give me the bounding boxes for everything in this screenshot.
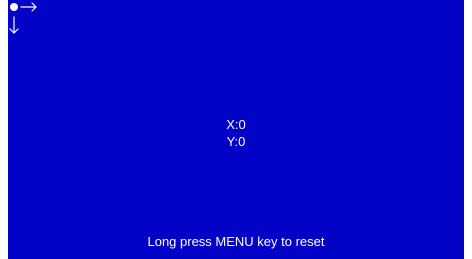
arrow-down-icon [9,16,19,34]
coordinate-readout: X:0 Y:0 [8,116,464,150]
y-coordinate-label: Y:0 [226,134,246,149]
reset-hint-text: Long press MENU key to reset [147,234,325,249]
touch-test-canvas[interactable]: X:0 Y:0 Long press MENU key to reset [8,0,464,259]
x-coordinate-label: X:0 [226,117,246,132]
axis-indicator [9,2,37,34]
arrow-right-icon [20,2,37,12]
